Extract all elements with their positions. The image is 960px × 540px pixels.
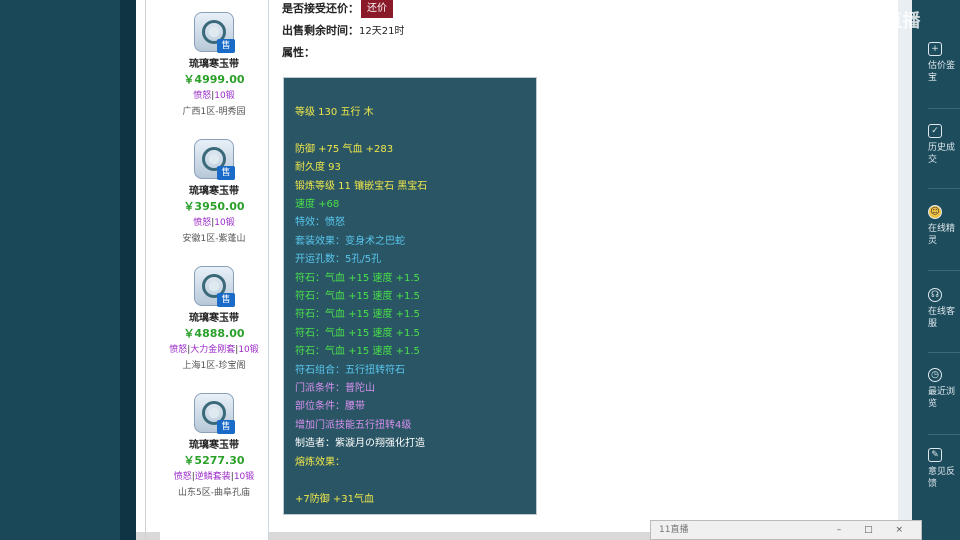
desktop-left-background (0, 0, 120, 540)
cc-live-watermark: CC直播 CC直播 (804, 12, 920, 52)
sidebar-divider (928, 434, 960, 435)
item-price: ￥5277.30 (183, 454, 245, 467)
attributes-panel: 等级 130 五行 木 防御 +75 气血 +283 耐久度 93 锻炼等级 1… (283, 77, 537, 515)
item-tags: 愤怒|大力金刚套|10锻 (169, 345, 259, 355)
sidebar-item-feedback[interactable]: ✎ 意见反馈 (928, 448, 960, 490)
item-server: 山东5区-曲阜孔庙 (178, 488, 250, 498)
sidebar-item-recent[interactable]: ◷ 最近浏览 (928, 368, 960, 410)
jade-belt-icon[interactable]: 售 (194, 393, 235, 434)
item-price: ￥3950.00 (183, 200, 245, 213)
item-name[interactable]: 琉璃寒玉带 (160, 55, 268, 70)
counter-offer-button[interactable]: 还价 (361, 0, 393, 18)
attr-speed: 速度 +68 (295, 199, 340, 211)
attr-rune-combo: 符石组合：五行扭转符石 (295, 364, 405, 376)
accept-counter-row: 是否接受还价： 还价 (282, 0, 404, 20)
item-name[interactable]: 琉璃寒玉带 (160, 436, 268, 451)
sell-badge: 售 (217, 166, 235, 180)
page-scrollbar[interactable] (898, 0, 912, 540)
sidebar-divider (928, 108, 960, 109)
sidebar-divider (928, 352, 960, 353)
item-name[interactable]: 琉璃寒玉带 (160, 309, 268, 324)
listing-item-2[interactable]: 售 琉璃寒玉带 ￥3950.00 愤怒|10锻 安徽1区-紫蓬山 (160, 139, 268, 244)
popup-title: 11直播 (659, 525, 689, 535)
item-price: ￥4999.00 (183, 73, 245, 86)
attr-rune: 符石：气血 +15 速度 +1.5 (295, 272, 420, 284)
right-sidebar: + 估价鉴宝 ✓ 历史成交 ☺ 在线精灵 ☊ 在线客服 ◷ 最近浏览 ✎ 意见反馈 (912, 0, 960, 540)
listing-column: 售 琉璃寒玉带 ￥4999.00 愤怒|10锻 广西1区-明秀园 售 琉璃寒玉带… (160, 0, 269, 540)
clock-icon: ◷ (928, 368, 942, 382)
edit-icon: ✎ (928, 448, 942, 462)
sidebar-item-online-sprite[interactable]: ☺ 在线精灵 (928, 205, 960, 247)
check-icon: ✓ (928, 124, 942, 138)
attr-refine-label: 熔炼效果： (295, 456, 345, 468)
listing-item-3[interactable]: 售 琉璃寒玉带 ￥4888.00 愤怒|大力金刚套|10锻 上海1区-珍宝阁 (160, 266, 268, 371)
jade-belt-icon[interactable]: 售 (194, 266, 235, 307)
attr-sect-skill: 增加门派技能五行扭转4级 (295, 419, 412, 431)
sell-badge: 售 (217, 39, 235, 53)
sell-badge: 售 (217, 420, 235, 434)
attr-slot-req: 部位条件：腰带 (295, 401, 365, 413)
sidebar-item-appraise[interactable]: + 估价鉴宝 (928, 42, 960, 84)
jade-belt-icon[interactable]: 售 (194, 12, 235, 53)
bottom-popup-window[interactable]: 11直播 – □ × (650, 520, 922, 540)
attr-rune: 符石：气血 +15 速度 +1.5 (295, 291, 420, 303)
item-tags: 愤怒|10锻 (193, 218, 235, 228)
time-left-value: 12天21时 (359, 26, 405, 37)
attr-sect-req: 门派条件：普陀山 (295, 383, 375, 395)
sidebar-divider (928, 188, 960, 189)
attr-holes: 开运孔数：5孔/5孔 (295, 254, 382, 266)
window-controls[interactable]: – □ × (837, 521, 913, 539)
sidebar-item-support[interactable]: ☊ 在线客服 (928, 288, 960, 330)
content-border (145, 0, 146, 540)
sidebar-item-history[interactable]: ✓ 历史成交 (928, 124, 960, 166)
item-tags: 愤怒|逆鳞套装|10锻 (173, 472, 255, 482)
jade-belt-icon[interactable]: 售 (194, 139, 235, 180)
item-name[interactable]: 琉璃寒玉带 (160, 182, 268, 197)
attr-rune: 符石：气血 +15 速度 +1.5 (295, 309, 420, 321)
cc-logo-icon (804, 33, 822, 51)
window-frame-left (120, 0, 136, 540)
listing-item-4[interactable]: 售 琉璃寒玉带 ￥5277.30 愤怒|逆鳞套装|10锻 山东5区-曲阜孔庙 (160, 393, 268, 498)
item-tags: 愤怒|10锻 (193, 91, 235, 101)
headset-icon: ☊ (928, 288, 942, 302)
item-server: 广西1区-明秀园 (182, 107, 246, 117)
attr-rune: 符石：气血 +15 速度 +1.5 (295, 327, 420, 339)
item-server: 上海1区-珍宝阁 (182, 361, 246, 371)
attr-refine-value: +7防御 +31气血 (295, 493, 375, 505)
attr-durability: 耐久度 93 (295, 162, 341, 174)
attr-defense: 防御 +75 气血 +283 (295, 143, 394, 155)
item-server: 安徽1区-紫蓬山 (182, 234, 246, 244)
attr-forge: 锻炼等级 11 镶嵌宝石 黑宝石 (295, 180, 428, 192)
smiley-icon: ☺ (928, 205, 942, 219)
attr-rune: 符石：气血 +15 速度 +1.5 (295, 346, 420, 358)
sell-badge: 售 (217, 293, 235, 307)
cc-logo-icon (838, 13, 856, 31)
attr-set-effect: 套装效果：变身术之巴蛇 (295, 235, 405, 247)
sidebar-divider (928, 270, 960, 271)
attr-maker: 制造者：紫漩月の翔强化打造 (295, 438, 425, 450)
item-detail: 是否接受还价： 还价 出售剩余时间：12天21时 属性： (282, 0, 404, 64)
attr-level: 等级 130 五行 木 (295, 107, 374, 118)
attr-effect: 特效：愤怒 (295, 217, 345, 229)
attributes-label: 属性： (282, 46, 315, 59)
listing-item-1[interactable]: 售 琉璃寒玉带 ￥4999.00 愤怒|10锻 广西1区-明秀园 (160, 12, 268, 117)
time-left-row: 出售剩余时间：12天21时 (282, 24, 405, 37)
item-price: ￥4888.00 (183, 327, 245, 340)
plus-icon: + (928, 42, 942, 56)
